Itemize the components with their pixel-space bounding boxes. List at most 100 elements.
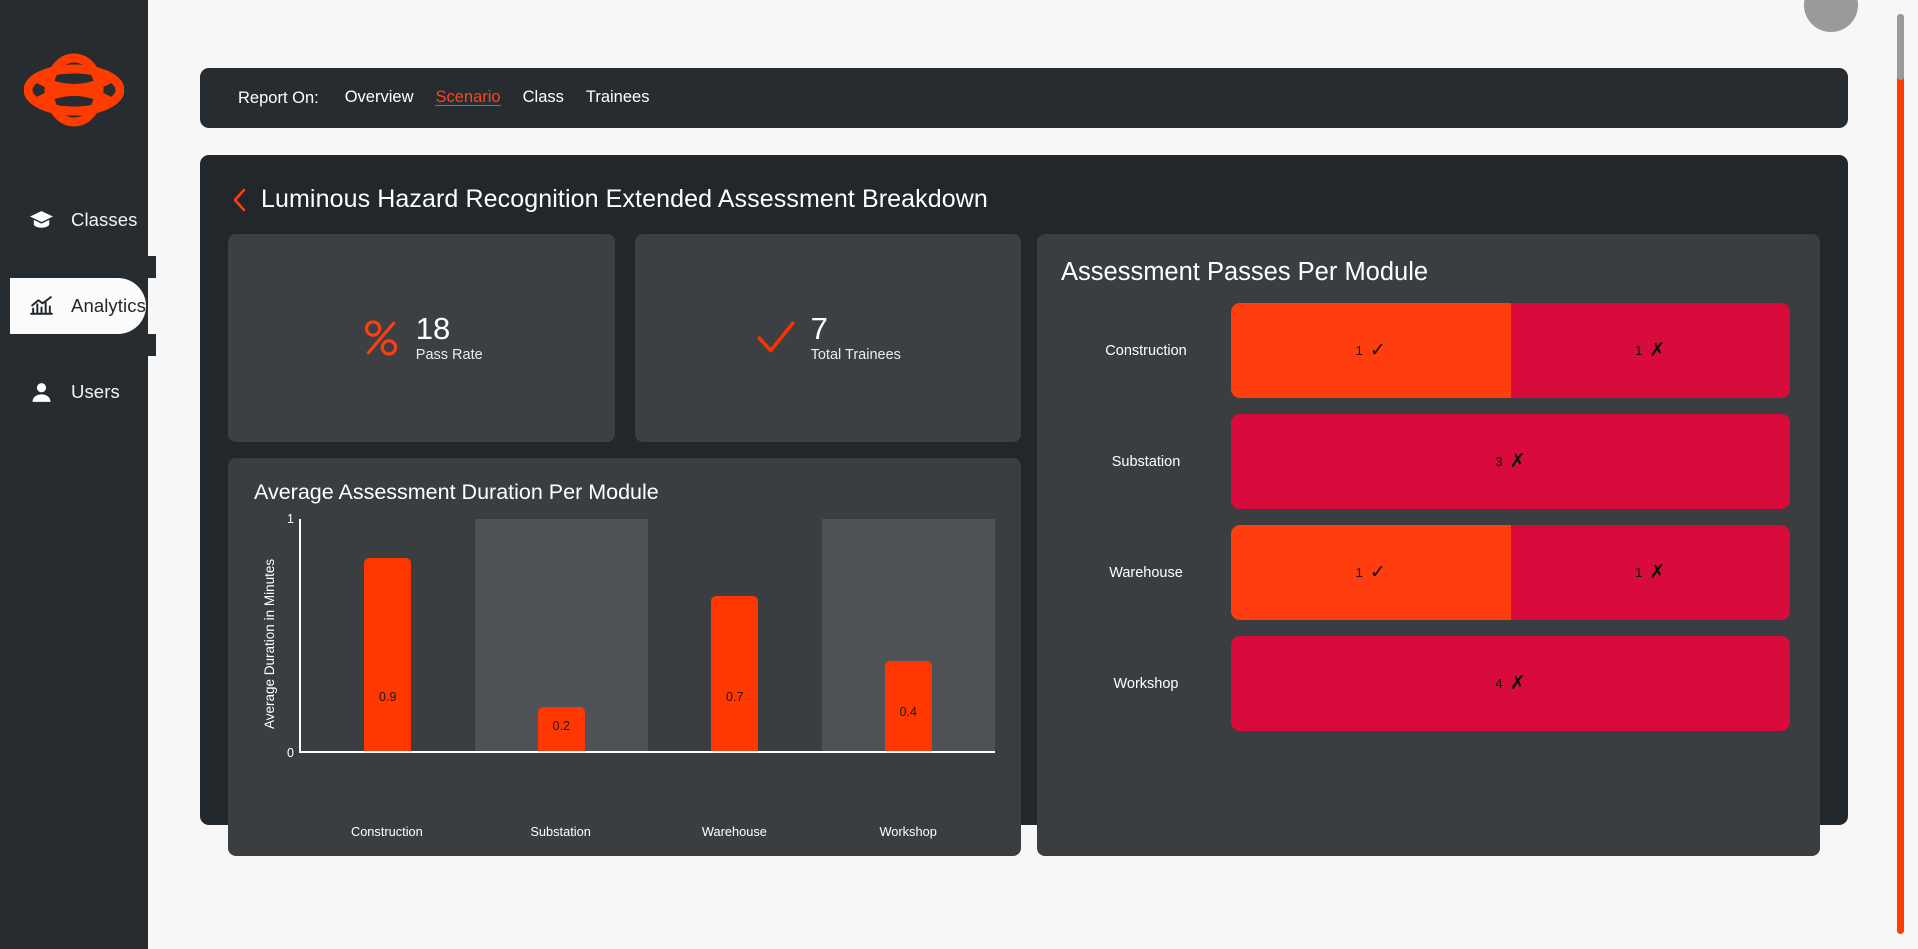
segment-pass[interactable]: 1 ✓ [1231, 525, 1511, 620]
cross-icon: ✗ [1510, 674, 1526, 693]
stacked-bar: 1 ✓ 1 ✗ [1231, 525, 1790, 620]
bar-group-workshop: 0.4 [822, 519, 996, 751]
stacked-bar: 3 ✗ [1231, 414, 1790, 509]
passes-chart-title: Assessment Passes Per Module [1061, 258, 1790, 287]
row-label: Substation [1061, 454, 1231, 470]
chart-plot-area: Average Duration in Minutes 1 0 0.9 [254, 515, 995, 815]
sidebar-item-label: Classes [71, 209, 138, 231]
bar-construction[interactable]: 0.9 [364, 558, 411, 751]
bar-group-construction: 0.9 [301, 519, 475, 751]
bar-group-warehouse: 0.7 [648, 519, 822, 751]
segment-count: 3 [1495, 454, 1502, 469]
bar-substation[interactable]: 0.2 [538, 707, 585, 751]
bar-value-label: 0.7 [726, 690, 743, 704]
content: Report On: Overview Scenario Class Train… [148, 0, 1848, 825]
segment-fail[interactable]: 1 ✗ [1511, 525, 1791, 620]
x-tick-workshop: Workshop [821, 824, 995, 839]
sidebar-item-analytics[interactable]: Analytics [10, 278, 146, 334]
row-label: Workshop [1061, 676, 1231, 692]
report-on-bar: Report On: Overview Scenario Class Train… [200, 68, 1848, 128]
check-icon: ✓ [1370, 341, 1386, 360]
x-tick-substation: Substation [474, 824, 648, 839]
percent-icon [360, 315, 402, 361]
stat-label: Pass Rate [416, 347, 483, 363]
y-tick-top: 1 [287, 512, 294, 526]
report-on-label: Report On: [238, 89, 319, 108]
sidebar-item-label: Analytics [71, 295, 146, 317]
back-chevron-icon[interactable] [232, 188, 247, 212]
graduation-cap-icon [28, 207, 55, 234]
bar-group-substation: 0.2 [475, 519, 649, 751]
bar-value-label: 0.2 [553, 719, 570, 733]
tab-trainees[interactable]: Trainees [586, 88, 650, 108]
stat-value: 7 [811, 313, 901, 345]
passes-row-construction: Construction 1 ✓ 1 ✗ [1061, 303, 1790, 398]
checkmark-icon [755, 315, 797, 361]
dashboard-panel: Luminous Hazard Recognition Extended Ass… [200, 155, 1848, 825]
segment-count: 1 [1356, 343, 1363, 358]
segment-count: 1 [1635, 565, 1642, 580]
page-scrollbar[interactable] [1897, 14, 1904, 934]
person-icon [28, 379, 55, 406]
passes-per-module-card: Assessment Passes Per Module Constructio… [1037, 234, 1820, 856]
cross-icon: ✗ [1649, 341, 1665, 360]
stat-text-group: 18 Pass Rate [416, 313, 483, 364]
right-column: Assessment Passes Per Module Constructio… [1037, 234, 1820, 856]
y-axis-ticks: 1 0 [277, 519, 299, 753]
passes-row-warehouse: Warehouse 1 ✓ 1 ✗ [1061, 525, 1790, 620]
stacked-bar: 1 ✓ 1 ✗ [1231, 303, 1790, 398]
stacked-bar: 4 ✗ [1231, 636, 1790, 731]
sidebar-item-label: Users [71, 381, 120, 403]
stat-card-total-trainees: 7 Total Trainees [635, 234, 1022, 442]
sidebar-nav: Classes Analytics [0, 192, 148, 420]
app-root: Classes Analytics [0, 0, 1918, 949]
cross-icon: ✗ [1510, 452, 1526, 471]
segment-count: 4 [1495, 676, 1502, 691]
bar-value-label: 0.9 [379, 690, 396, 704]
brand-logo [0, 0, 148, 170]
sidebar-item-users[interactable]: Users [0, 364, 148, 420]
y-tick-bottom: 0 [287, 746, 294, 760]
brand-logo-icon [24, 52, 124, 128]
bars-container: 0.9 0.2 [299, 519, 995, 753]
page-title-row: Luminous Hazard Recognition Extended Ass… [232, 185, 1820, 214]
y-axis-label: Average Duration in Minutes [262, 519, 277, 769]
stat-cards: 18 Pass Rate [228, 234, 1021, 442]
row-label: Construction [1061, 343, 1231, 359]
sidebar: Classes Analytics [0, 0, 148, 949]
segment-pass[interactable]: 1 ✓ [1231, 303, 1511, 398]
chart-title: Average Assessment Duration Per Module [254, 480, 995, 505]
left-column: 18 Pass Rate [228, 234, 1021, 856]
stat-card-pass-rate: 18 Pass Rate [228, 234, 615, 442]
segment-fail[interactable]: 3 ✗ [1231, 414, 1790, 509]
bar-value-label: 0.4 [900, 705, 917, 719]
passes-rows: Construction 1 ✓ 1 ✗ [1061, 303, 1790, 731]
x-tick-construction: Construction [300, 824, 474, 839]
check-icon: ✓ [1370, 563, 1386, 582]
tab-scenario[interactable]: Scenario [435, 88, 500, 108]
sidebar-item-classes[interactable]: Classes [0, 192, 148, 248]
duration-chart-card: Average Assessment Duration Per Module A… [228, 458, 1021, 856]
cross-icon: ✗ [1649, 563, 1665, 582]
passes-row-substation: Substation 3 ✗ [1061, 414, 1790, 509]
passes-row-workshop: Workshop 4 ✗ [1061, 636, 1790, 731]
segment-count: 1 [1356, 565, 1363, 580]
segment-count: 1 [1635, 343, 1642, 358]
stat-value: 18 [416, 313, 483, 345]
bar-chart-icon [28, 293, 55, 320]
x-tick-warehouse: Warehouse [648, 824, 822, 839]
x-axis-labels: Construction Substation Warehouse Worksh… [300, 824, 995, 839]
page-scrollbar-thumb[interactable] [1897, 14, 1904, 80]
stat-text-group: 7 Total Trainees [811, 313, 901, 364]
segment-fail[interactable]: 4 ✗ [1231, 636, 1790, 731]
tab-class[interactable]: Class [523, 88, 564, 108]
main-area: Report On: Overview Scenario Class Train… [148, 0, 1918, 949]
tab-overview[interactable]: Overview [345, 88, 414, 108]
bar-warehouse[interactable]: 0.7 [711, 596, 758, 751]
segment-fail[interactable]: 1 ✗ [1511, 303, 1791, 398]
stat-label: Total Trainees [811, 347, 901, 363]
bar-workshop[interactable]: 0.4 [885, 661, 932, 751]
row-label: Warehouse [1061, 565, 1231, 581]
dashboard-body: 18 Pass Rate [228, 234, 1820, 856]
page-title: Luminous Hazard Recognition Extended Ass… [261, 185, 988, 214]
